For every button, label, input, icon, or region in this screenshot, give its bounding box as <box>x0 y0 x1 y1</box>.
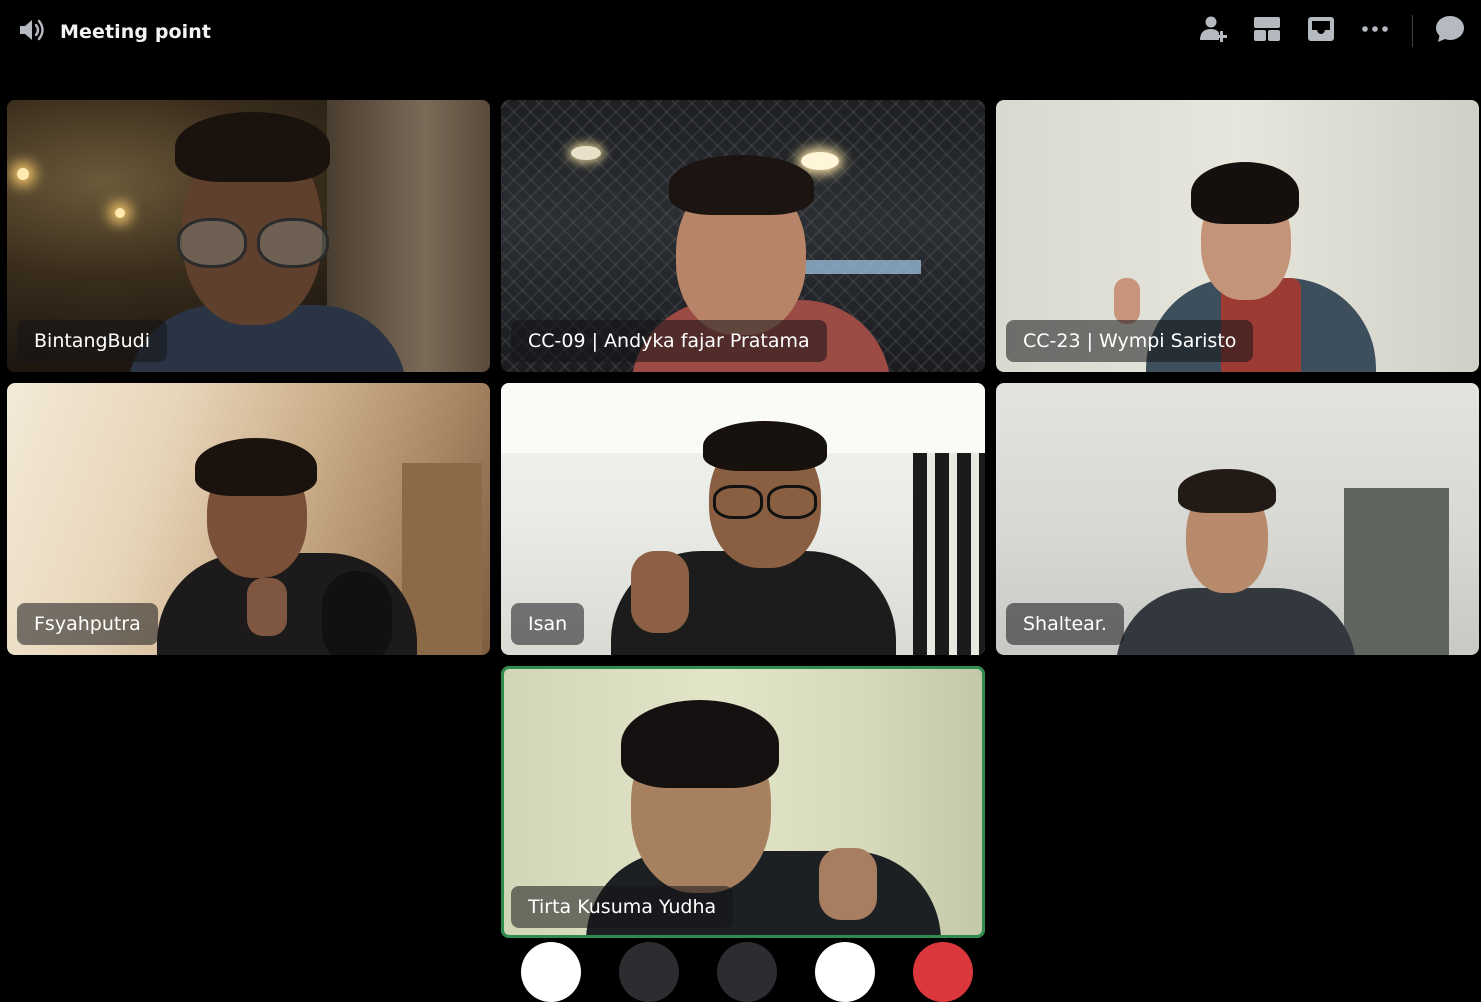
background-screen <box>801 260 921 274</box>
person-hair <box>669 155 814 215</box>
ceiling-light <box>115 208 125 218</box>
more-options-button[interactable] <box>1356 12 1394 50</box>
add-person-icon <box>1197 13 1229 49</box>
chat-bubble-icon <box>1434 13 1466 49</box>
person-hair <box>195 438 317 496</box>
screen-share-button[interactable] <box>619 942 679 1002</box>
microphone-button[interactable] <box>815 942 875 1002</box>
participant-name: CC-09 | Andyka fajar Pratama <box>511 320 827 362</box>
glasses-lens <box>713 485 763 519</box>
microphone <box>322 571 392 655</box>
chat-button[interactable] <box>1431 12 1469 50</box>
leave-call-button[interactable] <box>913 942 973 1002</box>
thumb-up <box>247 578 287 636</box>
header-toolbar <box>1178 12 1469 50</box>
thumb-up <box>1114 278 1140 324</box>
person-hair <box>1191 162 1299 224</box>
camera-button[interactable] <box>521 942 581 1002</box>
person-hair <box>621 700 779 788</box>
background-door <box>1344 488 1449 655</box>
glasses-lens <box>767 485 817 519</box>
call-header: Meeting point <box>0 0 1481 62</box>
more-icon <box>1360 14 1390 48</box>
speaker-icon <box>16 14 48 50</box>
participant-tile[interactable]: BintangBudi <box>7 100 490 372</box>
activity-button[interactable] <box>717 942 777 1002</box>
participant-tile-speaking[interactable]: Tirta Kusuma Yudha <box>501 666 985 938</box>
participant-tile[interactable]: Fsyahputra <box>7 383 490 655</box>
layout-button[interactable] <box>1248 12 1286 50</box>
glasses-lens <box>257 218 329 268</box>
glasses-lens <box>177 218 247 268</box>
inbox-icon <box>1306 14 1336 48</box>
background-curtain <box>913 443 985 655</box>
invite-button[interactable] <box>1194 12 1232 50</box>
person-hair <box>1178 469 1276 513</box>
participant-tile[interactable]: CC-09 | Andyka fajar Pratama <box>501 100 985 372</box>
thumb-up <box>631 551 689 633</box>
participant-name: Fsyahputra <box>17 603 158 645</box>
participant-name: Tirta Kusuma Yudha <box>511 886 733 928</box>
participant-tile[interactable]: CC-23 | Wympi Saristo <box>996 100 1479 372</box>
inbox-button[interactable] <box>1302 12 1340 50</box>
hand-gesture <box>819 848 877 920</box>
participant-name: CC-23 | Wympi Saristo <box>1006 320 1253 362</box>
ceiling-light <box>801 152 839 170</box>
person-hair <box>703 421 827 471</box>
ceiling-light <box>17 168 29 180</box>
participant-tile[interactable]: Shaltear. <box>996 383 1479 655</box>
toolbar-divider <box>1412 15 1413 47</box>
layout-grid-icon <box>1252 14 1282 48</box>
person-hair <box>175 112 330 182</box>
participant-name: Shaltear. <box>1006 603 1124 645</box>
participant-tile[interactable]: Isan <box>501 383 985 655</box>
ceiling-light <box>571 146 601 160</box>
channel-info: Meeting point <box>16 14 211 50</box>
participant-name: Isan <box>511 603 584 645</box>
participant-name: BintangBudi <box>17 320 167 362</box>
channel-title: Meeting point <box>60 21 211 43</box>
